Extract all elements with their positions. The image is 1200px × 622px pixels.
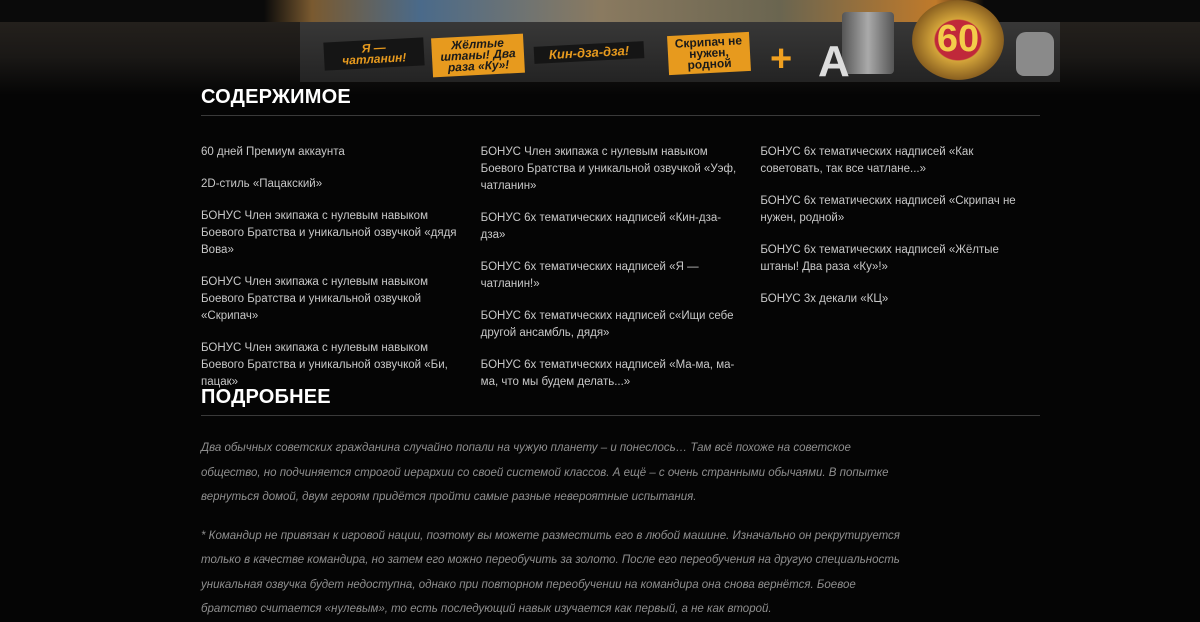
details-title: ПОДРОБНЕЕ (201, 386, 1040, 416)
contents-list: 60 дней Премиум аккаунта 2D-стиль «Пацакс… (201, 144, 1040, 406)
sticker-violinist: Скрипач не нужен, родной (667, 31, 751, 76)
paint-bucket-icon (842, 12, 894, 74)
contents-item: БОНУС 3х декали «КЦ» (760, 293, 889, 305)
contents-item: БОНУС Член экипажа с нулевым навыком Бое… (201, 342, 448, 388)
contents-item: БОНУС 6х тематических надписей с«Ищи себ… (480, 310, 734, 339)
contents-column: БОНУС 6х тематических надписей «Как сове… (760, 144, 1040, 406)
details-section: ПОДРОБНЕЕ Два обычных советских граждани… (201, 386, 1040, 622)
contents-item: БОНУС 6х тематических надписей «Я — чатл… (480, 261, 699, 290)
contents-item: БОНУС Член экипажа с нулевым навыком Бое… (201, 210, 457, 256)
contents-item: 2D-стиль «Пацакский» (201, 178, 323, 190)
contents-section: СОДЕРЖИМОЕ 60 дней Премиум аккаунта 2D-ст… (201, 86, 1040, 406)
contents-item: БОНУС 6х тематических надписей «Скрипач … (760, 195, 1016, 224)
fist-icon (1016, 32, 1054, 76)
contents-item: БОНУС 6х тематических надписей «Как сове… (760, 146, 974, 175)
contents-item: БОНУС 6х тематических надписей «Жёлтые ш… (760, 244, 999, 273)
premium-60-medal-icon: 60 (912, 0, 1004, 80)
details-paragraph: * Командир не привязан к игровой нации, … (201, 529, 900, 616)
contents-item: БОНУС Член экипажа с нулевым навыком Бое… (480, 146, 737, 192)
contents-item: БОНУС 6х тематических надписей «Кин-дза-… (480, 212, 722, 241)
hero-banner: Я — чатланин! Жёлтые штаны! Два раза «Ку… (0, 0, 1200, 95)
style-letter-icon: A (818, 37, 850, 86)
details-paragraph: Два обычных советских гражданина случайн… (201, 442, 889, 503)
contents-column: 60 дней Премиум аккаунта 2D-стиль «Пацакс… (201, 144, 481, 406)
plus-icon: + (770, 38, 793, 80)
contents-column: БОНУС Член экипажа с нулевым навыком Бое… (481, 144, 761, 406)
sticker-chatlanin: Я — чатланин! (323, 37, 425, 71)
contents-title: СОДЕРЖИМОЕ (201, 86, 1040, 116)
sticker-yellow-pants: Жёлтые штаны! Два раза «Ку»! (431, 33, 525, 78)
contents-item: 60 дней Премиум аккаунта (201, 146, 345, 158)
banner-artwork (0, 0, 1200, 22)
contents-item: БОНУС Член экипажа с нулевым навыком Бое… (201, 276, 428, 322)
